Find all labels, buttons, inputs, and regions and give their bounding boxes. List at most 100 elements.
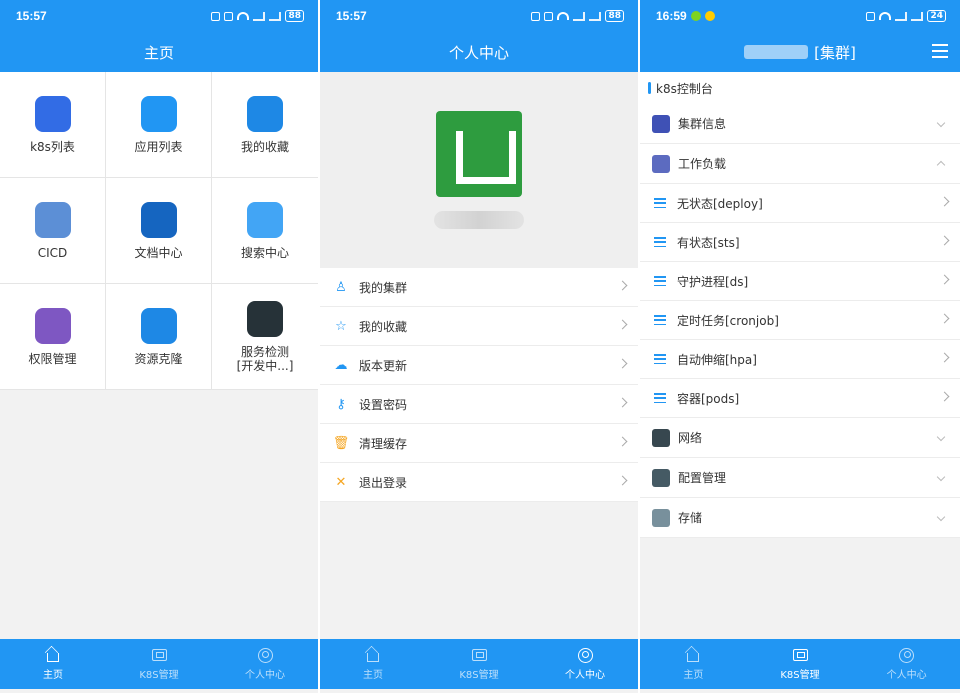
status-bar: 16:59 24 (640, 0, 960, 32)
config-icon (652, 468, 670, 487)
status-icons: 24 (866, 10, 946, 22)
tab-home[interactable]: 主页 (640, 639, 747, 689)
grid-item-label: k8s列表 (30, 139, 75, 154)
menu-item[interactable]: ♙ 我的集群 (320, 268, 638, 307)
workload-item[interactable]: 容器[pods] (640, 379, 960, 418)
chevron-right-icon (617, 475, 628, 486)
menu-item[interactable]: 🗑 清理缓存 (320, 424, 638, 463)
list-icon (654, 393, 666, 403)
workload-item-label: 自动伸缩[hpa] (677, 352, 757, 367)
menu-item[interactable]: ⚷ 设置密码 (320, 385, 638, 424)
kubernetes-icon (34, 95, 71, 132)
grid-item[interactable]: CICD (0, 178, 106, 284)
workload-item-label: 定时任务[cronjob] (677, 313, 779, 328)
cluster-info-icon (652, 114, 670, 133)
status-time: 16:59 (656, 9, 687, 23)
section-title: k8s控制台 (656, 81, 713, 96)
menu-item-label: 版本更新 (359, 358, 408, 373)
console-group[interactable]: 集群信息 (640, 104, 960, 144)
tab-k8s-box[interactable]: K8S管理 (426, 639, 532, 689)
mute-icon (224, 11, 234, 21)
workload-item[interactable]: 自动伸缩[hpa] (640, 340, 960, 379)
grid-item[interactable]: 资源克隆 (106, 284, 212, 390)
grid-item[interactable]: 权限管理 (0, 284, 106, 390)
tab-user[interactable]: 个人中心 (212, 639, 318, 689)
k8s-box-icon (471, 648, 487, 663)
grid-item[interactable]: 文档中心 (106, 178, 212, 284)
profile-screen: 15:57 88 个人中心 ♙ 我的集群 ☆ 我的收藏 ☁ 版本更新 ⚷ 设置密码 🗑 清理缓存 ✕… (320, 0, 638, 693)
page-title-text: 个人中心 (448, 43, 509, 62)
k8s-box-icon (792, 648, 808, 663)
tab-home[interactable]: 主页 (0, 639, 106, 689)
menu-item[interactable]: ☆ 我的收藏 (320, 307, 638, 346)
clone-icon (140, 307, 177, 344)
shield-icon (34, 307, 71, 344)
tab-label: 主页 (43, 669, 63, 681)
tab-user[interactable]: 个人中心 (532, 639, 638, 689)
grid-item-label: 搜索中心 (240, 245, 289, 260)
grid-item-label: CICD (37, 245, 68, 260)
menu-icon[interactable] (932, 44, 948, 58)
workload-item-label: 无状态[deploy] (677, 196, 763, 211)
battery-icon: 88 (285, 10, 304, 22)
notification-icon (704, 11, 715, 21)
document-wave-icon (140, 201, 177, 238)
workload-item-label: 容器[pods] (677, 391, 740, 406)
profile-menu: ♙ 我的集群 ☆ 我的收藏 ☁ 版本更新 ⚷ 设置密码 🗑 清理缓存 ✕ 退出登录 (320, 268, 638, 502)
tab-label: 个人中心 (886, 669, 927, 681)
trash-icon: 🗑 (332, 435, 350, 451)
app-logo-icon (436, 111, 522, 197)
menu-item-label: 我的收藏 (359, 319, 408, 334)
close-icon: ✕ (335, 474, 347, 490)
menu-item-label: 我的集群 (359, 280, 408, 295)
grid-item-label: 权限管理 (28, 351, 77, 366)
grid-item-label: 服务检测 [开发中...] (236, 344, 294, 373)
search-icon (247, 201, 283, 238)
grid-item[interactable]: 应用列表 (106, 72, 212, 178)
chevron-right-icon (617, 358, 628, 369)
grid-item-label: 文档中心 (134, 245, 183, 260)
console-group[interactable]: 工作负载 (640, 144, 960, 184)
nfc-icon (531, 11, 541, 21)
bottom-tab-bar: 主页 K8S管理 个人中心 (640, 639, 960, 689)
tab-label: K8S管理 (780, 669, 820, 681)
cluster-name-redacted (744, 45, 809, 59)
person-icon: ♙ (335, 279, 347, 295)
chevron-right-icon (939, 391, 950, 402)
grid-item[interactable]: k8s列表 (0, 72, 106, 178)
grid-item[interactable]: 服务检测 [开发中...] (212, 284, 318, 390)
cicd-icon (34, 201, 71, 238)
workload-item[interactable]: 守护进程[ds] (640, 262, 960, 301)
workload-item[interactable]: 有状态[sts] (640, 223, 960, 262)
tab-label: 主页 (363, 669, 383, 681)
workload-item-label: 有状态[sts] (677, 235, 740, 250)
menu-item[interactable]: ✕ 退出登录 (320, 463, 638, 502)
list-icon (654, 237, 666, 247)
console-group[interactable]: 网络 (640, 418, 960, 458)
network-icon (652, 428, 670, 447)
grid-item-label: 资源克隆 (134, 351, 183, 366)
tab-k8s-box[interactable]: K8S管理 (747, 639, 854, 689)
workload-icon (652, 154, 670, 173)
console-group[interactable]: 存储 (640, 498, 960, 538)
chevron-right-icon (617, 397, 628, 408)
signal-icon (911, 11, 924, 21)
tab-label: K8S管理 (459, 669, 499, 681)
status-icons: 88 (531, 10, 624, 22)
app-store-icon (140, 95, 177, 132)
tab-home[interactable]: 主页 (320, 639, 426, 689)
console-group[interactable]: 配置管理 (640, 458, 960, 498)
console-menu: 集群信息工作负载无状态[deploy] 有状态[sts] 守护进程[ds] 定时任务[… (640, 104, 960, 538)
console-group-label: 工作负载 (678, 157, 727, 171)
workload-item[interactable]: 定时任务[cronjob] (640, 301, 960, 340)
grid-item[interactable]: 搜索中心 (212, 178, 318, 284)
tab-user[interactable]: 个人中心 (853, 639, 960, 689)
user-icon (257, 647, 273, 663)
chevron-down-icon (936, 118, 946, 128)
tab-k8s-box[interactable]: K8S管理 (106, 639, 212, 689)
workload-item[interactable]: 无状态[deploy] (640, 184, 960, 223)
menu-item[interactable]: ☁ 版本更新 (320, 346, 638, 385)
chevron-right-icon (939, 196, 950, 207)
grid-item[interactable]: 我的收藏 (212, 72, 318, 178)
storage-icon (652, 508, 670, 527)
